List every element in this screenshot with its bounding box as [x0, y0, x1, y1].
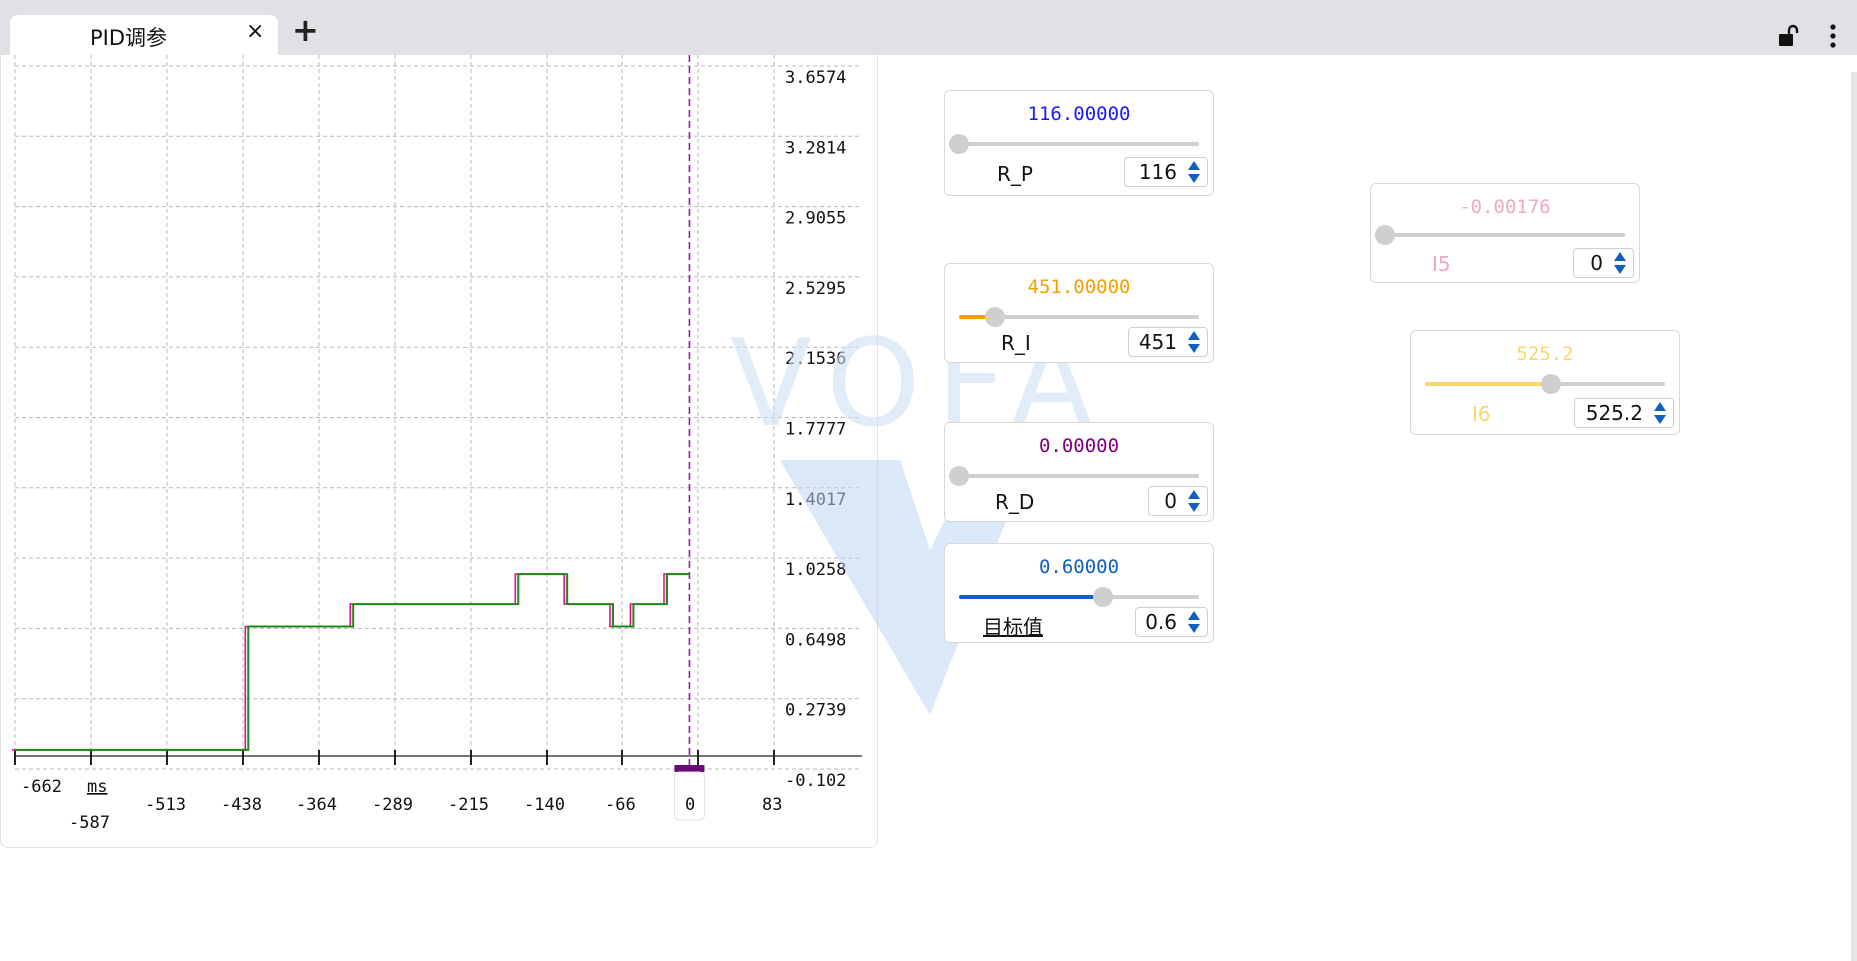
widget-target: 0.60000 目标值 0.6: [944, 543, 1214, 643]
spin-arrows-icon[interactable]: [1185, 488, 1203, 514]
spin-value: 525.2: [1585, 401, 1643, 425]
spin-arrows-icon[interactable]: [1185, 609, 1203, 635]
r-d-slider[interactable]: [949, 466, 1199, 486]
i6-slider[interactable]: [1425, 374, 1665, 394]
y-tick-label: -0.102: [785, 771, 846, 791]
x-axis-unit-label: ms: [87, 777, 107, 797]
unlocked-lock-icon[interactable]: [1778, 24, 1800, 48]
y-tick-label: 2.5295: [785, 279, 846, 299]
cursor-handle: [674, 765, 705, 772]
plot-panel[interactable]: 3.6574 3.2814 2.9055 2.5295 2.1536 1.7777 1.40…: [0, 55, 878, 848]
spin-value: 116: [1138, 160, 1177, 184]
slider-thumb[interactable]: [1375, 225, 1395, 245]
widget-value: 451.00000: [1027, 276, 1131, 298]
x-tick-label: -587: [69, 813, 110, 833]
tab-title: PID调参: [90, 26, 168, 50]
slider-thumb[interactable]: [949, 466, 969, 486]
slider-thumb[interactable]: [1541, 374, 1561, 394]
x-tick-label: 83: [762, 795, 782, 815]
slider-thumb[interactable]: [949, 134, 969, 154]
target-spinbox[interactable]: 0.6: [1135, 607, 1208, 637]
r-p-slider[interactable]: [949, 134, 1199, 154]
r-i-slider[interactable]: [959, 307, 1199, 327]
y-tick-label: 1.4017: [785, 490, 846, 510]
x-tick-label: -289: [372, 795, 413, 815]
spin-arrows-icon[interactable]: [1611, 250, 1629, 276]
widget-r-i: 451.00000 R_I 451: [944, 263, 1214, 363]
i5-spinbox[interactable]: 0: [1573, 248, 1634, 278]
more-vert-icon[interactable]: [1826, 22, 1840, 50]
widget-value: 0.00000: [1038, 435, 1120, 457]
y-tick-label: 3.2814: [785, 138, 846, 158]
widget-i6: 525.2 I6 525.2: [1410, 330, 1680, 435]
target-slider[interactable]: [959, 587, 1199, 607]
widget-label: R_I: [1001, 331, 1031, 355]
y-tick-label: 3.6574: [785, 68, 846, 88]
widget-value: 525.2: [1516, 343, 1574, 365]
y-tick-label: 1.7777: [785, 420, 846, 440]
spin-arrows-icon[interactable]: [1185, 329, 1203, 355]
x-tick-label: -662: [21, 777, 62, 797]
x-tick-label: -364: [296, 795, 337, 815]
spin-value: 451: [1138, 330, 1177, 354]
y-tick-label: 2.1536: [785, 349, 846, 369]
widget-i5: -0.00176 I5 0: [1370, 183, 1640, 283]
series-line: [12, 573, 687, 751]
x-tick-label: -66: [605, 795, 636, 815]
waveform-chart[interactable]: 3.6574 3.2814 2.9055 2.5295 2.1536 1.7777 1.40…: [1, 55, 877, 847]
r-d-spinbox[interactable]: 0: [1148, 486, 1208, 516]
x-tick-label: -438: [221, 795, 262, 815]
tab-pid[interactable]: PID调参 ×: [10, 15, 278, 55]
widget-label: R_P: [997, 162, 1033, 186]
x-tick-label: -215: [448, 795, 489, 815]
series-line: [15, 573, 690, 751]
x-tick-label: -513: [145, 795, 186, 815]
widget-label: I5: [1432, 252, 1451, 276]
vertical-scrollbar[interactable]: [1851, 72, 1857, 961]
tab-bar: PID调参 × +: [0, 0, 1857, 55]
r-i-spinbox[interactable]: 451: [1128, 327, 1208, 357]
y-tick-label: 0.2739: [785, 701, 846, 721]
close-icon[interactable]: ×: [246, 19, 264, 44]
spin-arrows-icon[interactable]: [1185, 159, 1203, 185]
cursor-readout: 0: [685, 795, 695, 815]
spin-value: 0.6: [1145, 610, 1177, 634]
widget-label: 目标值: [983, 615, 1043, 639]
r-p-spinbox[interactable]: 116: [1124, 157, 1208, 187]
y-tick-label: 0.6498: [785, 630, 846, 650]
widget-value: 0.60000: [1038, 556, 1120, 578]
widget-r-d: 0.00000 R_D 0: [944, 422, 1214, 522]
i5-slider[interactable]: [1375, 225, 1625, 245]
spin-value: 0: [1164, 489, 1177, 513]
spin-value: 0: [1590, 251, 1603, 275]
widget-label: R_D: [995, 490, 1035, 514]
widget-value: 116.00000: [1027, 103, 1131, 125]
add-tab-button[interactable]: +: [292, 14, 319, 46]
spin-arrows-icon[interactable]: [1651, 400, 1669, 426]
y-tick-label: 2.9055: [785, 209, 846, 229]
i6-spinbox[interactable]: 525.2: [1574, 398, 1674, 428]
slider-thumb[interactable]: [985, 307, 1005, 327]
x-tick-label: -140: [524, 795, 565, 815]
slider-thumb[interactable]: [1093, 587, 1113, 607]
y-tick-label: 1.0258: [785, 560, 846, 580]
widget-label: I6: [1472, 402, 1491, 426]
widget-value: -0.00176: [1459, 196, 1551, 218]
widget-r-p: 116.00000 R_P 116: [944, 90, 1214, 196]
